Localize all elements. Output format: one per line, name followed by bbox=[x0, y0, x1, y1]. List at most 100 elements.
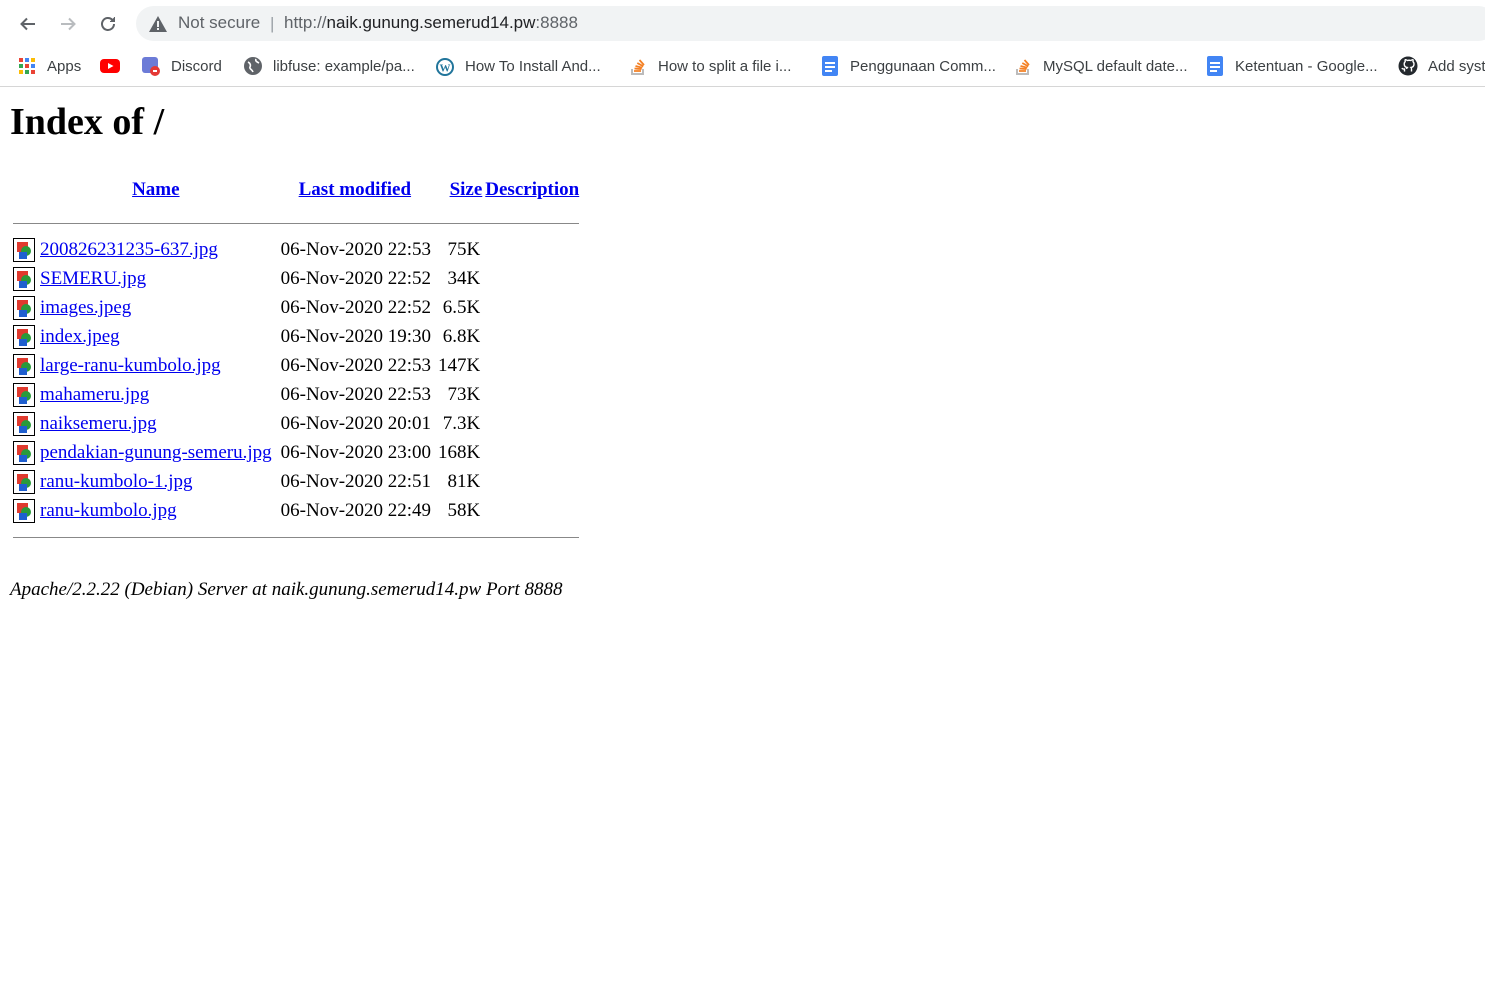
image-file-icon[interactable] bbox=[13, 354, 35, 378]
bookmark-label: Add syst bbox=[1428, 57, 1485, 75]
file-icon-cell bbox=[13, 353, 35, 379]
divider bbox=[13, 223, 580, 224]
bookmark-youtube[interactable] bbox=[100, 53, 130, 79]
file-modified: 06-Nov-2020 22:53 bbox=[280, 239, 432, 260]
image-file-icon[interactable] bbox=[13, 267, 35, 291]
file-icon-cell bbox=[13, 382, 35, 408]
file-link[interactable]: ranu-kumbolo-1.jpg bbox=[40, 471, 193, 492]
file-modified: 06-Nov-2020 23:00 bbox=[280, 442, 432, 463]
table-row: 200826231235-637.jpg 06-Nov-2020 22:53 7… bbox=[13, 237, 579, 263]
file-description bbox=[485, 266, 579, 292]
bookmark-wordpress[interactable]: W How To Install And... bbox=[435, 53, 601, 79]
file-icon-cell bbox=[13, 440, 35, 466]
file-modified: 06-Nov-2020 22:51 bbox=[280, 471, 432, 492]
file-description bbox=[485, 498, 579, 524]
image-file-icon[interactable] bbox=[13, 383, 35, 407]
sort-by-description-link[interactable]: Description bbox=[485, 179, 579, 200]
sort-by-size-link[interactable]: Size bbox=[450, 179, 483, 200]
file-link[interactable]: SEMERU.jpg bbox=[40, 268, 146, 289]
file-size: 58K bbox=[447, 500, 481, 521]
file-icon-cell bbox=[13, 237, 35, 263]
sort-by-name-link[interactable]: Name bbox=[132, 179, 179, 200]
file-link[interactable]: naiksemeru.jpg bbox=[40, 413, 157, 434]
file-name-cell: mahameru.jpg bbox=[38, 382, 274, 408]
bookmark-discord[interactable]: Discord bbox=[141, 53, 222, 79]
divider bbox=[13, 537, 580, 538]
sort-by-modified-link[interactable]: Last modified bbox=[299, 179, 411, 200]
header-divider-row bbox=[13, 211, 580, 234]
image-file-icon[interactable] bbox=[13, 238, 35, 262]
file-link[interactable]: pendakian-gunung-semeru.jpg bbox=[40, 442, 272, 463]
bookmark-label: How To Install And... bbox=[465, 57, 601, 75]
file-modified: 06-Nov-2020 22:53 bbox=[280, 384, 432, 405]
file-name-cell: images.jpeg bbox=[38, 295, 274, 321]
header-icon-cell bbox=[13, 172, 35, 208]
server-signature: Apache/2.2.22 (Debian) Server at naik.gu… bbox=[10, 579, 563, 600]
url-port: :8888 bbox=[535, 13, 578, 32]
file-name-cell: naiksemeru.jpg bbox=[38, 411, 274, 437]
file-modified: 06-Nov-2020 22:52 bbox=[280, 297, 432, 318]
google-docs-icon bbox=[820, 56, 840, 76]
file-description bbox=[485, 440, 579, 466]
bookmark-label: Discord bbox=[171, 57, 222, 75]
file-description bbox=[485, 411, 579, 437]
table-row: ranu-kumbolo-1.jpg 06-Nov-2020 22:51 81K bbox=[13, 469, 579, 495]
bookmark-label: Ketentuan - Google... bbox=[1235, 57, 1378, 75]
file-name-cell: ranu-kumbolo.jpg bbox=[38, 498, 274, 524]
bookmark-split-file[interactable]: How to split a file i... bbox=[628, 53, 791, 79]
bookmark-label: libfuse: example/pa... bbox=[273, 57, 415, 75]
table-row: mahameru.jpg 06-Nov-2020 22:53 73K bbox=[13, 382, 579, 408]
reload-icon bbox=[101, 17, 115, 31]
bookmark-libfuse[interactable]: libfuse: example/pa... bbox=[243, 53, 415, 79]
file-size: 75K bbox=[447, 239, 481, 260]
file-size: 73K bbox=[447, 384, 481, 405]
image-file-icon[interactable] bbox=[13, 412, 35, 436]
image-file-icon[interactable] bbox=[13, 325, 35, 349]
page-title: Index of / bbox=[10, 101, 165, 143]
file-description bbox=[485, 324, 579, 350]
image-file-icon[interactable] bbox=[13, 470, 35, 494]
file-icon-cell bbox=[13, 324, 35, 350]
file-link[interactable]: images.jpeg bbox=[40, 297, 131, 318]
forward-button[interactable] bbox=[53, 9, 83, 39]
file-size: 147K bbox=[438, 355, 481, 376]
file-link[interactable]: ranu-kumbolo.jpg bbox=[40, 500, 177, 521]
file-modified: 06-Nov-2020 22:53 bbox=[280, 355, 432, 376]
arrow-right-icon bbox=[61, 17, 76, 31]
reload-button[interactable] bbox=[93, 9, 123, 39]
file-size: 6.8K bbox=[442, 326, 481, 347]
bookmark-github[interactable]: Add syst bbox=[1398, 53, 1485, 79]
file-icon-cell bbox=[13, 295, 35, 321]
image-file-icon[interactable] bbox=[13, 296, 35, 320]
browser-toolbar: Not secure | http://naik.gunung.semerud1… bbox=[0, 0, 1485, 46]
file-name-cell: ranu-kumbolo-1.jpg bbox=[38, 469, 274, 495]
security-status[interactable]: Not secure bbox=[178, 13, 260, 33]
url-text[interactable]: http://naik.gunung.semerud14.pw:8888 bbox=[284, 13, 578, 33]
file-link[interactable]: 200826231235-637.jpg bbox=[40, 239, 218, 260]
header-size: Size bbox=[436, 172, 483, 208]
file-name-cell: 200826231235-637.jpg bbox=[38, 237, 274, 263]
bookmark-mysql[interactable]: MySQL default date... bbox=[1013, 53, 1188, 79]
bookmark-ketentuan[interactable]: Ketentuan - Google... bbox=[1205, 53, 1378, 79]
file-link[interactable]: mahameru.jpg bbox=[40, 384, 149, 405]
bookmark-apps[interactable]: Apps bbox=[17, 53, 81, 79]
url-host: naik.gunung.semerud14.pw bbox=[326, 13, 536, 32]
bookmark-label: Apps bbox=[47, 57, 82, 75]
discord-icon bbox=[141, 56, 161, 76]
file-link[interactable]: index.jpeg bbox=[40, 326, 120, 347]
back-button[interactable] bbox=[13, 9, 43, 39]
stackoverflow-icon bbox=[628, 56, 648, 76]
image-file-icon[interactable] bbox=[13, 499, 35, 523]
file-icon-cell bbox=[13, 498, 35, 524]
file-modified: 06-Nov-2020 19:30 bbox=[280, 326, 432, 347]
file-icon-cell bbox=[13, 266, 35, 292]
bookmarks-bar: Apps Discord libfuse: example/pa... W Ho… bbox=[0, 46, 1485, 87]
image-file-icon[interactable] bbox=[13, 441, 35, 465]
address-bar[interactable]: Not secure | http://naik.gunung.semerud1… bbox=[136, 6, 1485, 41]
warning-icon[interactable] bbox=[148, 14, 168, 34]
address-separator: | bbox=[270, 14, 275, 33]
file-size: 34K bbox=[447, 268, 481, 289]
svg-text:W: W bbox=[440, 63, 451, 75]
bookmark-penggunaan[interactable]: Penggunaan Comm... bbox=[820, 53, 996, 79]
file-link[interactable]: large-ranu-kumbolo.jpg bbox=[40, 355, 221, 376]
